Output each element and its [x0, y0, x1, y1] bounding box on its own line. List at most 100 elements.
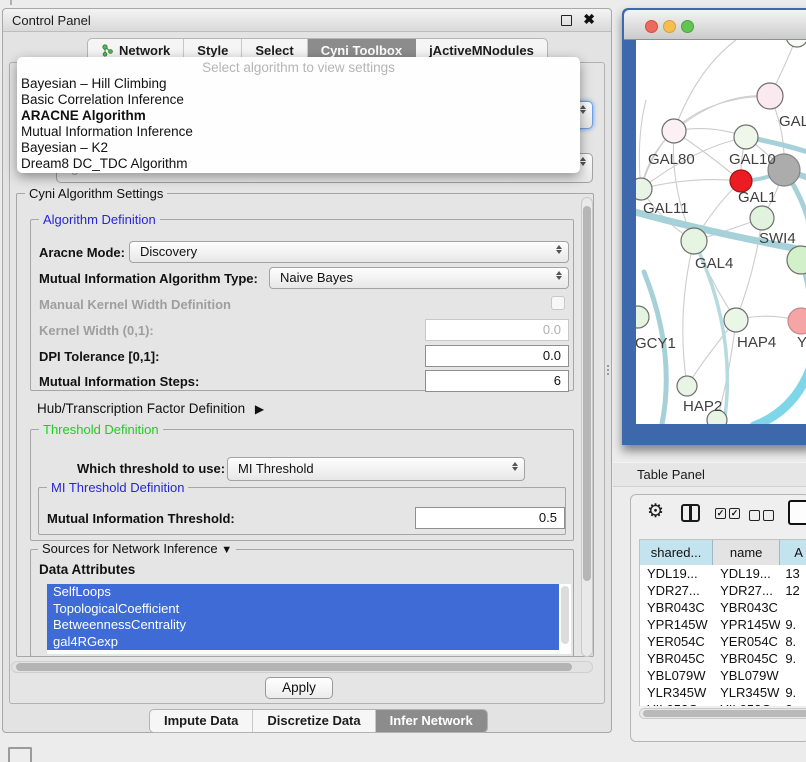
table-row[interactable]: YER054CYER054C8.	[640, 633, 806, 650]
menu-item[interactable]: Dream8 DC_TDC Algorithm	[21, 156, 188, 172]
table-row[interactable]: YIL052CYIL052C0.	[640, 701, 806, 706]
node-label: GAL	[779, 113, 806, 130]
apply-button[interactable]: Apply	[265, 677, 333, 699]
mi-threshold-label: Mutual Information Threshold:	[47, 511, 235, 526]
menu-item[interactable]: Mutual Information Inference	[21, 124, 193, 140]
threshold-definition-title: Threshold Definition	[39, 422, 163, 437]
menu-item[interactable]: Bayesian – Hill Climbing	[21, 76, 167, 92]
list-item[interactable]: BetweennessCentrality	[47, 617, 559, 634]
node-label: HAP2	[683, 398, 722, 415]
mi-type-label: Mutual Information Algorithm Type:	[39, 271, 258, 286]
sources-title-text: Sources for Network Inference	[42, 541, 218, 556]
dpi-tolerance-field[interactable]: 0.0	[425, 345, 569, 367]
network-window-titlebar[interactable]	[624, 10, 806, 40]
node-gal1[interactable]	[750, 206, 774, 230]
node-gal-cut[interactable]	[757, 83, 783, 109]
menu-item-highlighted[interactable]: ARACNE Algorithm	[21, 108, 146, 124]
data-attributes-list[interactable]: SelfLoops TopologicalCoefficient Between…	[47, 584, 559, 654]
node-hap4[interactable]	[724, 308, 748, 332]
mi-type-combo[interactable]: Naive Bayes	[269, 267, 569, 289]
network-graph: GAL GAL80 GAL10 GAL11 GAL1 SWI4 GAL4 GCY…	[636, 40, 806, 424]
table-row[interactable]: YPR145WYPR145W9.	[640, 616, 806, 633]
window-zoom-button[interactable]	[681, 20, 694, 33]
hub-definition-label: Hub/Transcription Factor Definition	[37, 401, 245, 416]
columns-icon[interactable]	[681, 504, 700, 522]
panel-divider-grip[interactable]	[605, 363, 611, 379]
scrollbar-thumb[interactable]	[583, 206, 591, 581]
list-item[interactable]: TopologicalCoefficient	[47, 601, 559, 618]
menu-item[interactable]: Basic Correlation Inference	[21, 92, 184, 108]
node-gal10[interactable]	[734, 125, 758, 149]
column-header[interactable]: shared...	[640, 540, 713, 565]
gear-icon[interactable]: ⚙	[647, 502, 664, 522]
window-minimize-button[interactable]	[663, 20, 676, 33]
node-label: GCY1	[636, 335, 676, 352]
list-item[interactable]: gal4RGexp	[47, 634, 559, 651]
node-table: shared... name A YDL19...YDL19...13 YDR2…	[639, 539, 806, 706]
scrollbar-thumb[interactable]	[643, 710, 806, 717]
mi-threshold-field[interactable]: 0.5	[415, 507, 565, 529]
node-hap2[interactable]	[677, 376, 697, 396]
tab-network-label: Network	[119, 43, 170, 58]
network-view-window: GAL GAL80 GAL10 GAL11 GAL1 SWI4 GAL4 GCY…	[622, 8, 806, 445]
which-threshold-label: Which threshold to use:	[77, 461, 225, 476]
column-header[interactable]: name	[713, 540, 780, 565]
scrollbar-thumb[interactable]	[561, 586, 569, 644]
network-canvas[interactable]: GAL GAL80 GAL10 GAL11 GAL1 SWI4 GAL4 GCY…	[636, 40, 806, 424]
manual-kernel-label: Manual Kernel Width Definition	[39, 297, 231, 312]
table-row[interactable]: YDR27...YDR27...12	[640, 582, 806, 599]
settings-vertical-scrollbar[interactable]	[581, 197, 593, 657]
select-all-icon[interactable]: ✓ ✓	[715, 508, 740, 519]
mi-type-value: Naive Bayes	[280, 270, 353, 285]
chevron-updown-icon	[512, 462, 518, 471]
table-row[interactable]: YBR043CYBR043C	[640, 599, 806, 616]
table-row[interactable]: YBR045CYBR045C9.	[640, 650, 806, 667]
node-salmon[interactable]	[788, 308, 806, 334]
cyni-bottom-tabbar: Impute Data Discretize Data Infer Networ…	[149, 709, 488, 733]
tab-discretize-data[interactable]: Discretize Data	[253, 710, 375, 732]
tab-infer-network[interactable]: Infer Network	[376, 710, 487, 732]
node-cut-top[interactable]	[786, 40, 806, 47]
algorithm-dropdown-popup: Select algorithm to view settings Bayesi…	[17, 57, 580, 173]
unchecked-box-icon	[749, 510, 760, 521]
chevron-updown-icon	[556, 271, 562, 280]
window-close-button[interactable]	[645, 20, 658, 33]
tab-impute-data[interactable]: Impute Data	[150, 710, 253, 732]
node-label: GAL1	[738, 189, 776, 206]
node-gal11[interactable]	[636, 178, 652, 200]
table-panel: ⚙ ✓ ✓ shared... name A YDL19...YDL19...1…	[630, 494, 806, 742]
column-header[interactable]: A	[780, 540, 806, 565]
list-item[interactable]: SelfLoops	[47, 584, 559, 601]
tab-style-label: Style	[197, 43, 228, 58]
table-horizontal-scrollbar[interactable]	[639, 708, 806, 719]
menu-item[interactable]: Bayesian – K2	[21, 140, 108, 156]
algorithm-definition-title: Algorithm Definition	[39, 212, 160, 227]
which-threshold-combo[interactable]: MI Threshold	[227, 457, 525, 481]
close-icon[interactable]: ✖	[583, 11, 595, 28]
float-panel-icon[interactable]	[561, 15, 572, 26]
node-gal80[interactable]	[662, 119, 686, 143]
attributes-scrollbar[interactable]	[559, 584, 571, 654]
node-gal4[interactable]	[681, 228, 707, 254]
table-row[interactable]: YLR345WYLR345W9.	[640, 684, 806, 701]
sources-group: Data Attributes SelfLoops TopologicalCoe…	[30, 549, 574, 657]
document-icon[interactable]	[788, 500, 806, 525]
manual-kernel-checkbox[interactable]	[551, 296, 565, 310]
checked-box-icon: ✓	[729, 508, 740, 519]
scrollbar-thumb[interactable]	[16, 663, 572, 671]
tab-cyni-toolbox-label: Cyni Toolbox	[321, 43, 402, 58]
aracne-mode-value: Discovery	[140, 244, 197, 259]
deselect-all-icon[interactable]	[749, 510, 774, 521]
table-row[interactable]: YBL079WYBL079W	[640, 667, 806, 684]
kernel-width-field[interactable]: 0.0	[425, 319, 569, 341]
hub-definition-expander[interactable]: Hub/Transcription Factor Definition ▶	[37, 401, 264, 416]
mi-steps-field[interactable]: 6	[425, 370, 569, 392]
dpi-tolerance-label: DPI Tolerance [0,1]:	[39, 349, 159, 364]
aracne-mode-combo[interactable]: Discovery	[129, 241, 569, 263]
mi-threshold-definition-title: MI Threshold Definition	[47, 480, 188, 495]
docked-panel-icon[interactable]	[8, 747, 32, 762]
node-gcy1[interactable]	[636, 306, 649, 328]
expand-down-icon[interactable]: ▼	[221, 544, 232, 556]
settings-horizontal-scrollbar[interactable]	[11, 661, 593, 673]
table-row[interactable]: YDL19...YDL19...13	[640, 565, 806, 582]
